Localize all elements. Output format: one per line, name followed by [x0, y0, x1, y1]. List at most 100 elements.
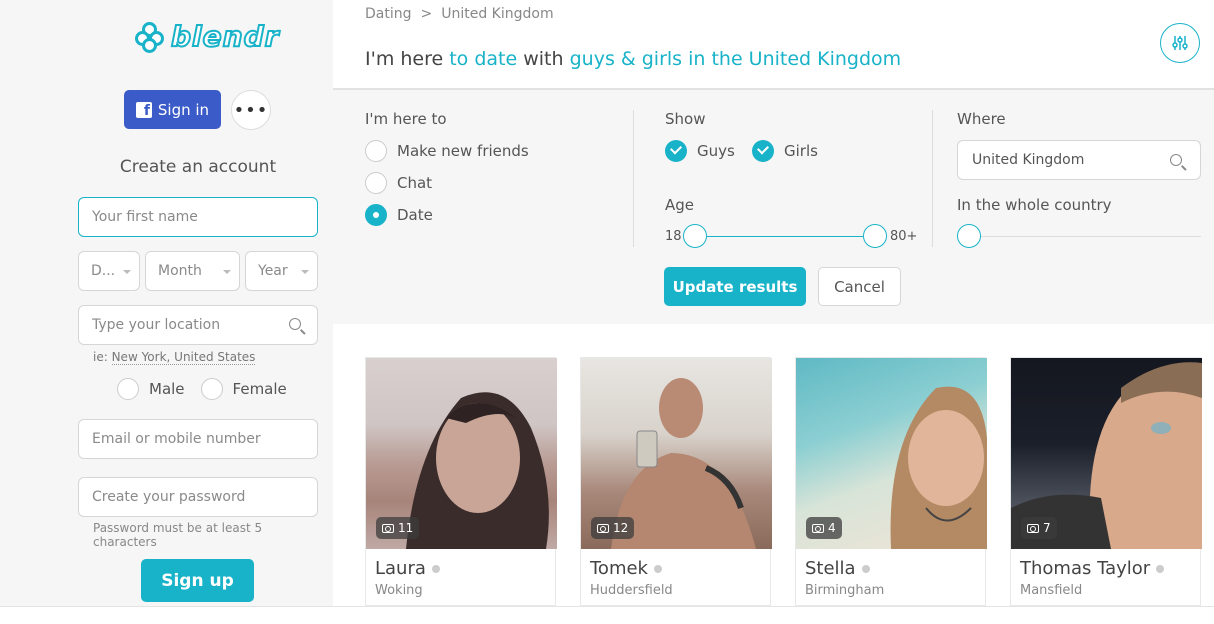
here-to-label: I'm here to [365, 110, 447, 128]
password-note: Password must be at least 5 characters [93, 521, 263, 549]
profile-card[interactable]: 4 Stella Birmingham [795, 357, 987, 606]
show-girls-checkbox[interactable]: Girls [752, 140, 818, 162]
photo-count-badge: 11 [376, 517, 420, 539]
profile-name-text: Stella [805, 558, 856, 579]
radio-circle [117, 378, 139, 400]
birth-year-select[interactable]: Year [245, 251, 318, 291]
location-input[interactable]: Type your location [78, 305, 318, 345]
headline-middle: with [517, 48, 570, 70]
profile-photo[interactable]: 12 [581, 358, 772, 549]
blendr-logo[interactable]: blendr [135, 19, 279, 54]
profile-city: Woking [375, 583, 423, 598]
option-chat-label: Chat [397, 174, 433, 192]
where-location-input[interactable]: United Kingdom [957, 140, 1201, 180]
gender-male-label: Male [149, 380, 185, 398]
option-date-label: Date [397, 206, 433, 224]
profile-name-text: Tomek [590, 558, 648, 579]
chevron-down-icon [123, 270, 131, 274]
birth-day-value: D... [91, 263, 116, 279]
sliders-icon [1172, 36, 1188, 50]
photo-count-badge: 7 [1021, 517, 1057, 539]
breadcrumb: Dating > United Kingdom [365, 6, 554, 22]
search-icon [289, 318, 301, 330]
camera-icon [382, 523, 394, 533]
sign-up-button[interactable]: Sign up [141, 559, 254, 602]
profile-card[interactable]: 7 Thomas Taylor Mansfield [1010, 357, 1202, 606]
profile-card[interactable]: 11 Laura Woking [365, 357, 557, 606]
cancel-button[interactable]: Cancel [818, 267, 901, 306]
birth-day-select[interactable]: D... [78, 251, 140, 291]
headline-purpose[interactable]: to date [449, 48, 517, 70]
offline-status-icon [653, 564, 662, 573]
birth-month-select[interactable]: Month [145, 251, 240, 291]
show-label: Show [665, 110, 706, 128]
breadcrumb-separator: > [420, 6, 433, 22]
checkmark-icon [752, 140, 774, 162]
offline-status-icon [861, 564, 870, 573]
show-girls-label: Girls [784, 142, 818, 160]
camera-icon [1027, 523, 1039, 533]
headline-prefix: I'm here [365, 48, 450, 70]
photo-count-badge: 4 [806, 517, 842, 539]
profile-photo[interactable]: 11 [366, 358, 557, 549]
location-hint-prefix: ie: [93, 350, 112, 364]
chevron-down-icon [301, 270, 309, 274]
update-results-button[interactable]: Update results [664, 267, 806, 306]
radio-circle [365, 140, 387, 162]
where-location-value: United Kingdom [972, 152, 1085, 168]
photo-count: 12 [613, 521, 629, 535]
age-max-handle[interactable] [863, 224, 887, 248]
option-chat-radio[interactable]: Chat [365, 172, 432, 194]
profile-name: Thomas Taylor [1020, 558, 1165, 579]
location-hint-example[interactable]: New York, United States [111, 350, 256, 365]
facebook-sign-in-button[interactable]: f Sign in [124, 90, 221, 129]
create-account-title: Create an account [119, 157, 277, 177]
camera-icon [597, 523, 609, 533]
profile-photo[interactable]: 4 [796, 358, 987, 549]
profile-name: Laura [375, 558, 440, 579]
profile-card[interactable]: 12 Tomek Huddersfield [580, 357, 772, 606]
age-max-value: 80+ [890, 229, 918, 244]
gender-female-radio[interactable]: Female [200, 378, 287, 400]
gender-male-radio[interactable]: Male [117, 378, 185, 400]
filter-settings-button[interactable] [1160, 23, 1200, 63]
photo-count: 4 [828, 521, 836, 535]
password-field[interactable]: Create your password [78, 477, 318, 517]
birth-month-value: Month [158, 263, 202, 279]
headline-who[interactable]: guys & girls in the United Kingdom [570, 48, 902, 70]
photo-count: 7 [1043, 521, 1051, 535]
option-date-radio[interactable]: Date [365, 204, 433, 226]
radio-circle [200, 378, 223, 400]
profile-city: Mansfield [1020, 583, 1083, 598]
age-min-value: 18 [665, 229, 682, 244]
offline-status-icon [1156, 564, 1165, 573]
photo-count-badge: 12 [591, 517, 635, 539]
filter-panel: I'm here to Make new friends Chat Date S… [333, 88, 1214, 324]
checkmark-icon [665, 140, 687, 162]
divider [932, 110, 933, 247]
facebook-sign-in-label: Sign in [157, 100, 210, 119]
age-slider-track[interactable] [695, 236, 875, 237]
show-guys-label: Guys [697, 142, 735, 160]
signup-sidebar: blendr f Sign in ••• Create an account Y… [0, 0, 333, 606]
option-make-friends-label: Make new friends [397, 142, 529, 160]
radio-circle [365, 172, 387, 194]
distance-slider-track[interactable] [969, 236, 1201, 237]
distance-handle[interactable] [957, 224, 981, 248]
profile-city: Huddersfield [590, 583, 673, 598]
breadcrumb-country[interactable]: United Kingdom [441, 6, 553, 22]
divider [0, 606, 1214, 607]
flower-logo-icon [135, 21, 165, 53]
email-field[interactable]: Email or mobile number [78, 419, 318, 459]
search-icon [1170, 154, 1182, 166]
age-min-handle[interactable] [683, 224, 707, 248]
age-label: Age [665, 196, 695, 214]
breadcrumb-dating[interactable]: Dating [365, 6, 412, 22]
show-guys-checkbox[interactable]: Guys [665, 140, 735, 162]
first-name-input[interactable]: Your first name [78, 197, 318, 237]
option-make-friends-radio[interactable]: Make new friends [365, 140, 529, 162]
more-options-button[interactable]: ••• [231, 90, 271, 130]
profile-city: Birmingham [805, 583, 885, 598]
offline-status-icon [431, 564, 440, 573]
profile-photo[interactable]: 7 [1011, 358, 1202, 549]
